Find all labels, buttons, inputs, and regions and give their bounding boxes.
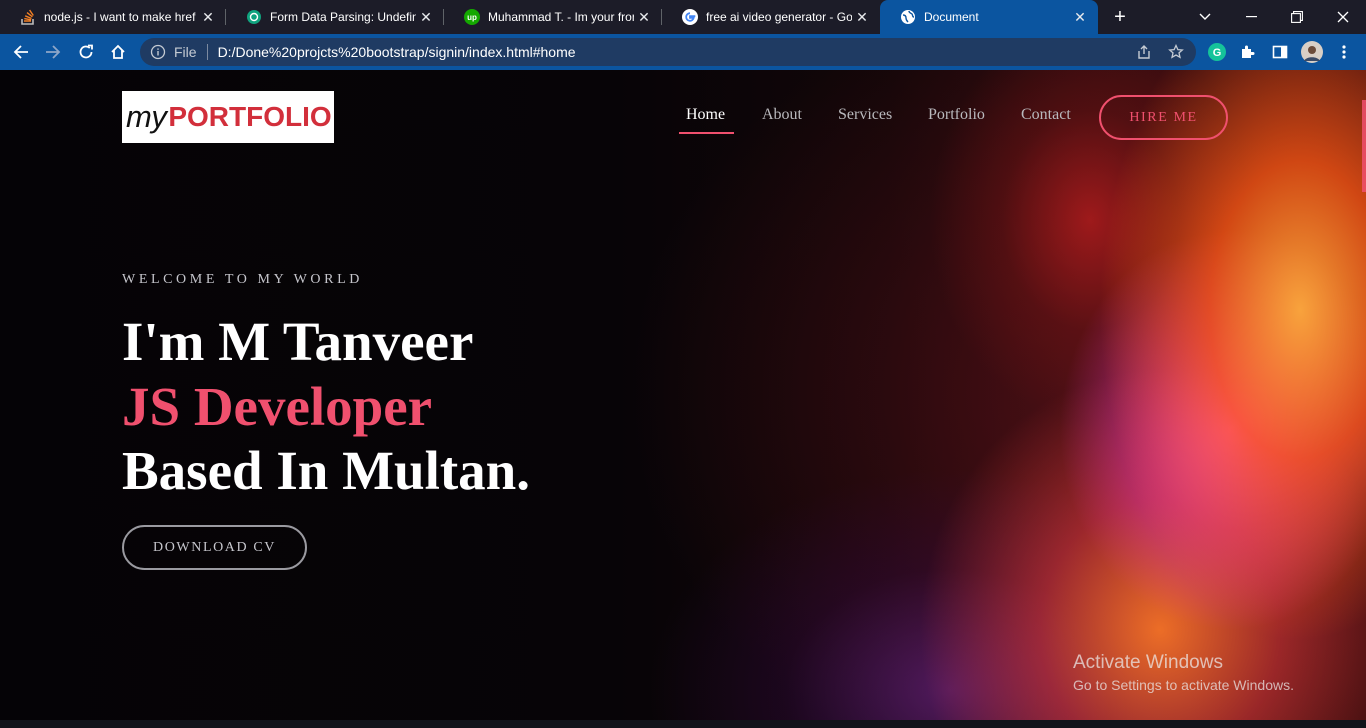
nav-about[interactable]: About <box>762 106 802 124</box>
stackoverflow-icon <box>20 9 36 25</box>
tab-title: Document <box>924 10 979 24</box>
nav-services[interactable]: Services <box>838 106 892 124</box>
tab-search-icon[interactable] <box>1182 0 1228 34</box>
download-cv-button[interactable]: DOWNLOAD CV <box>122 525 307 570</box>
omnibox-divider <box>206 44 208 60</box>
page-viewport: my PORTFOLIO Home About Services Portfol… <box>0 70 1366 728</box>
google-icon <box>682 9 698 25</box>
url-text[interactable]: D:/Done%20projcts%20bootstrap/signin/ind… <box>218 44 576 60</box>
svg-text:G: G <box>1213 47 1222 59</box>
globe-icon <box>900 9 916 25</box>
tab-strip: node.js - I want to make href ✕ Form Dat… <box>0 0 1366 34</box>
bookmark-star-icon[interactable] <box>1168 44 1184 60</box>
new-tab-button[interactable]: + <box>1108 5 1132 29</box>
window-close-icon[interactable] <box>1320 0 1366 34</box>
share-icon[interactable] <box>1136 44 1152 60</box>
forward-arrow-icon[interactable] <box>39 38 67 66</box>
tab-form-data[interactable]: Form Data Parsing: Undefined ✕ <box>226 0 444 34</box>
hire-me-button[interactable]: HIRE ME <box>1099 95 1228 140</box>
nav-active-underline <box>679 132 734 134</box>
tab-nodejs[interactable]: node.js - I want to make href ✕ <box>0 0 226 34</box>
svg-text:up: up <box>467 13 477 22</box>
welcome-tagline: WELCOME TO MY WORLD <box>122 272 363 287</box>
address-bar[interactable]: File D:/Done%20projcts%20bootstrap/signi… <box>140 38 1196 66</box>
scrollbar-thumb[interactable] <box>1362 100 1366 192</box>
reload-icon[interactable] <box>72 38 100 66</box>
browser-toolbar: File D:/Done%20projcts%20bootstrap/signi… <box>0 34 1366 70</box>
close-icon[interactable]: ✕ <box>1070 7 1090 27</box>
site-logo[interactable]: my PORTFOLIO <box>122 91 334 143</box>
extensions-puzzle-icon[interactable] <box>1234 38 1262 66</box>
chatgpt-icon <box>246 9 262 25</box>
tab-google[interactable]: free ai video generator - Goo ✕ <box>662 0 880 34</box>
hero-role-heading: JS Developer <box>122 376 433 437</box>
next-section-edge <box>0 720 1366 728</box>
upwork-icon: up <box>464 9 480 25</box>
avatar[interactable] <box>1298 38 1326 66</box>
nav-home[interactable]: Home <box>686 106 725 124</box>
restore-icon[interactable] <box>1274 0 1320 34</box>
logo-my-text: my <box>126 99 167 134</box>
minimize-icon[interactable] <box>1228 0 1274 34</box>
close-icon[interactable]: ✕ <box>852 7 872 27</box>
tab-title: Form Data Parsing: Undefined <box>270 10 416 24</box>
windows-activation-watermark: Activate Windows Go to Settings to activ… <box>1073 652 1294 693</box>
hero-location-heading: Based In Multan. <box>122 440 531 501</box>
tab-title: free ai video generator - Goo <box>706 10 852 24</box>
grammarly-icon[interactable]: G <box>1203 38 1231 66</box>
tab-document[interactable]: Document ✕ <box>880 0 1098 34</box>
tab-upwork[interactable]: up Muhammad T. - Im your front ✕ <box>444 0 662 34</box>
menu-kebab-icon[interactable] <box>1330 38 1358 66</box>
activate-title: Activate Windows <box>1073 652 1223 673</box>
tab-title: Muhammad T. - Im your front <box>488 10 634 24</box>
back-arrow-icon[interactable] <box>7 38 35 66</box>
tab-title: node.js - I want to make href <box>44 10 196 24</box>
side-panel-icon[interactable] <box>1266 38 1294 66</box>
nav-portfolio[interactable]: Portfolio <box>928 106 985 124</box>
close-icon[interactable]: ✕ <box>198 7 218 27</box>
activate-subtitle: Go to Settings to activate Windows. <box>1073 677 1294 693</box>
close-icon[interactable]: ✕ <box>416 7 436 27</box>
close-icon[interactable]: ✕ <box>634 7 654 27</box>
info-icon[interactable] <box>150 44 166 60</box>
home-icon[interactable] <box>104 38 132 66</box>
scheme-label: File <box>174 44 197 60</box>
nav-contact[interactable]: Contact <box>1021 106 1071 124</box>
hero-name-heading: I'm M Tanveer <box>122 311 474 372</box>
logo-portfolio-text: PORTFOLIO <box>168 101 332 132</box>
